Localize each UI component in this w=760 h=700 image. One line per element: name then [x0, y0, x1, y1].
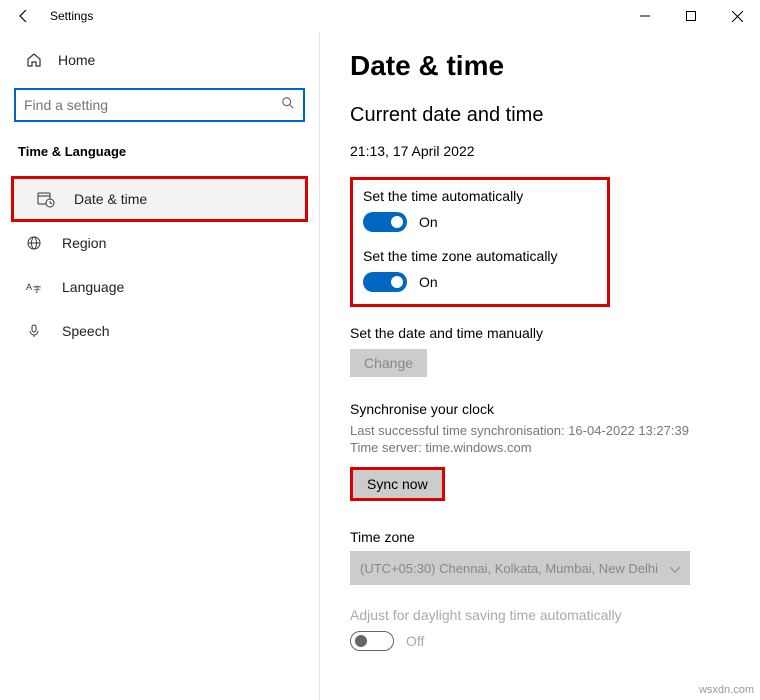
sidebar: Home Time & Language Date & time Region	[0, 32, 320, 700]
setting-auto-time: Set the time automatically On	[363, 188, 597, 232]
highlight-auto-settings: Set the time automatically On Set the ti…	[350, 177, 610, 307]
label-auto-time: Set the time automatically	[363, 188, 597, 204]
toggle-auto-tz-state: On	[419, 274, 438, 290]
watermark: wsxdn.com	[699, 684, 754, 696]
nav-date-time[interactable]: Date & time	[12, 177, 307, 221]
app-title: Settings	[50, 9, 93, 23]
setting-auto-tz: Set the time zone automatically On	[363, 248, 597, 292]
nav-speech[interactable]: Speech	[0, 309, 319, 353]
content-pane: Date & time Current date and time 21:13,…	[320, 32, 760, 700]
language-icon: A字	[24, 279, 44, 295]
current-datetime: 21:13, 17 April 2022	[350, 143, 734, 159]
change-button: Change	[350, 349, 427, 377]
page-heading: Date & time	[350, 50, 734, 82]
toggle-dst	[350, 631, 394, 651]
sync-last: Last successful time synchronisation: 16…	[350, 423, 734, 438]
search-icon	[281, 96, 295, 115]
highlight-date-time: Date & time	[12, 177, 307, 221]
tz-heading: Time zone	[350, 529, 734, 545]
titlebar: Settings	[0, 0, 760, 32]
nav-region[interactable]: Region	[0, 221, 319, 265]
nav-label: Region	[62, 235, 106, 251]
home-nav[interactable]: Home	[0, 52, 319, 86]
highlight-sync-now: Sync now	[350, 467, 445, 501]
home-icon	[24, 52, 44, 68]
toggle-auto-time[interactable]	[363, 212, 407, 232]
nav-label: Date & time	[74, 191, 147, 207]
main-area: Home Time & Language Date & time Region	[0, 32, 760, 700]
timezone-select: (UTC+05:30) Chennai, Kolkata, Mumbai, Ne…	[350, 551, 690, 585]
label-dst: Adjust for daylight saving time automati…	[350, 607, 734, 623]
chevron-down-icon	[670, 561, 680, 576]
globe-icon	[24, 235, 44, 251]
toggle-auto-tz[interactable]	[363, 272, 407, 292]
toggle-dst-state: Off	[406, 633, 424, 649]
svg-text:A: A	[26, 282, 32, 292]
nav-label: Speech	[62, 323, 109, 339]
microphone-icon	[24, 323, 44, 339]
search-box[interactable]	[14, 88, 305, 122]
maximize-button[interactable]	[668, 0, 714, 32]
setting-dst: Adjust for daylight saving time automati…	[350, 607, 734, 651]
label-auto-tz: Set the time zone automatically	[363, 248, 597, 264]
window-controls	[622, 0, 760, 32]
sync-now-button[interactable]: Sync now	[353, 470, 442, 498]
minimize-button[interactable]	[622, 0, 668, 32]
svg-text:字: 字	[33, 284, 41, 294]
sync-server: Time server: time.windows.com	[350, 440, 734, 455]
timezone-value: (UTC+05:30) Chennai, Kolkata, Mumbai, Ne…	[360, 561, 658, 576]
nav-language[interactable]: A字 Language	[0, 265, 319, 309]
search-input[interactable]	[24, 97, 281, 113]
toggle-auto-time-state: On	[419, 214, 438, 230]
label-manual: Set the date and time manually	[350, 325, 734, 341]
setting-manual: Set the date and time manually Change	[350, 325, 734, 377]
home-label: Home	[58, 52, 95, 68]
sync-heading: Synchronise your clock	[350, 401, 734, 417]
category-label: Time & Language	[0, 144, 319, 177]
calendar-clock-icon	[36, 190, 56, 208]
back-button[interactable]	[12, 4, 36, 28]
section-current: Current date and time	[350, 104, 734, 127]
close-button[interactable]	[714, 0, 760, 32]
nav-label: Language	[62, 279, 124, 295]
